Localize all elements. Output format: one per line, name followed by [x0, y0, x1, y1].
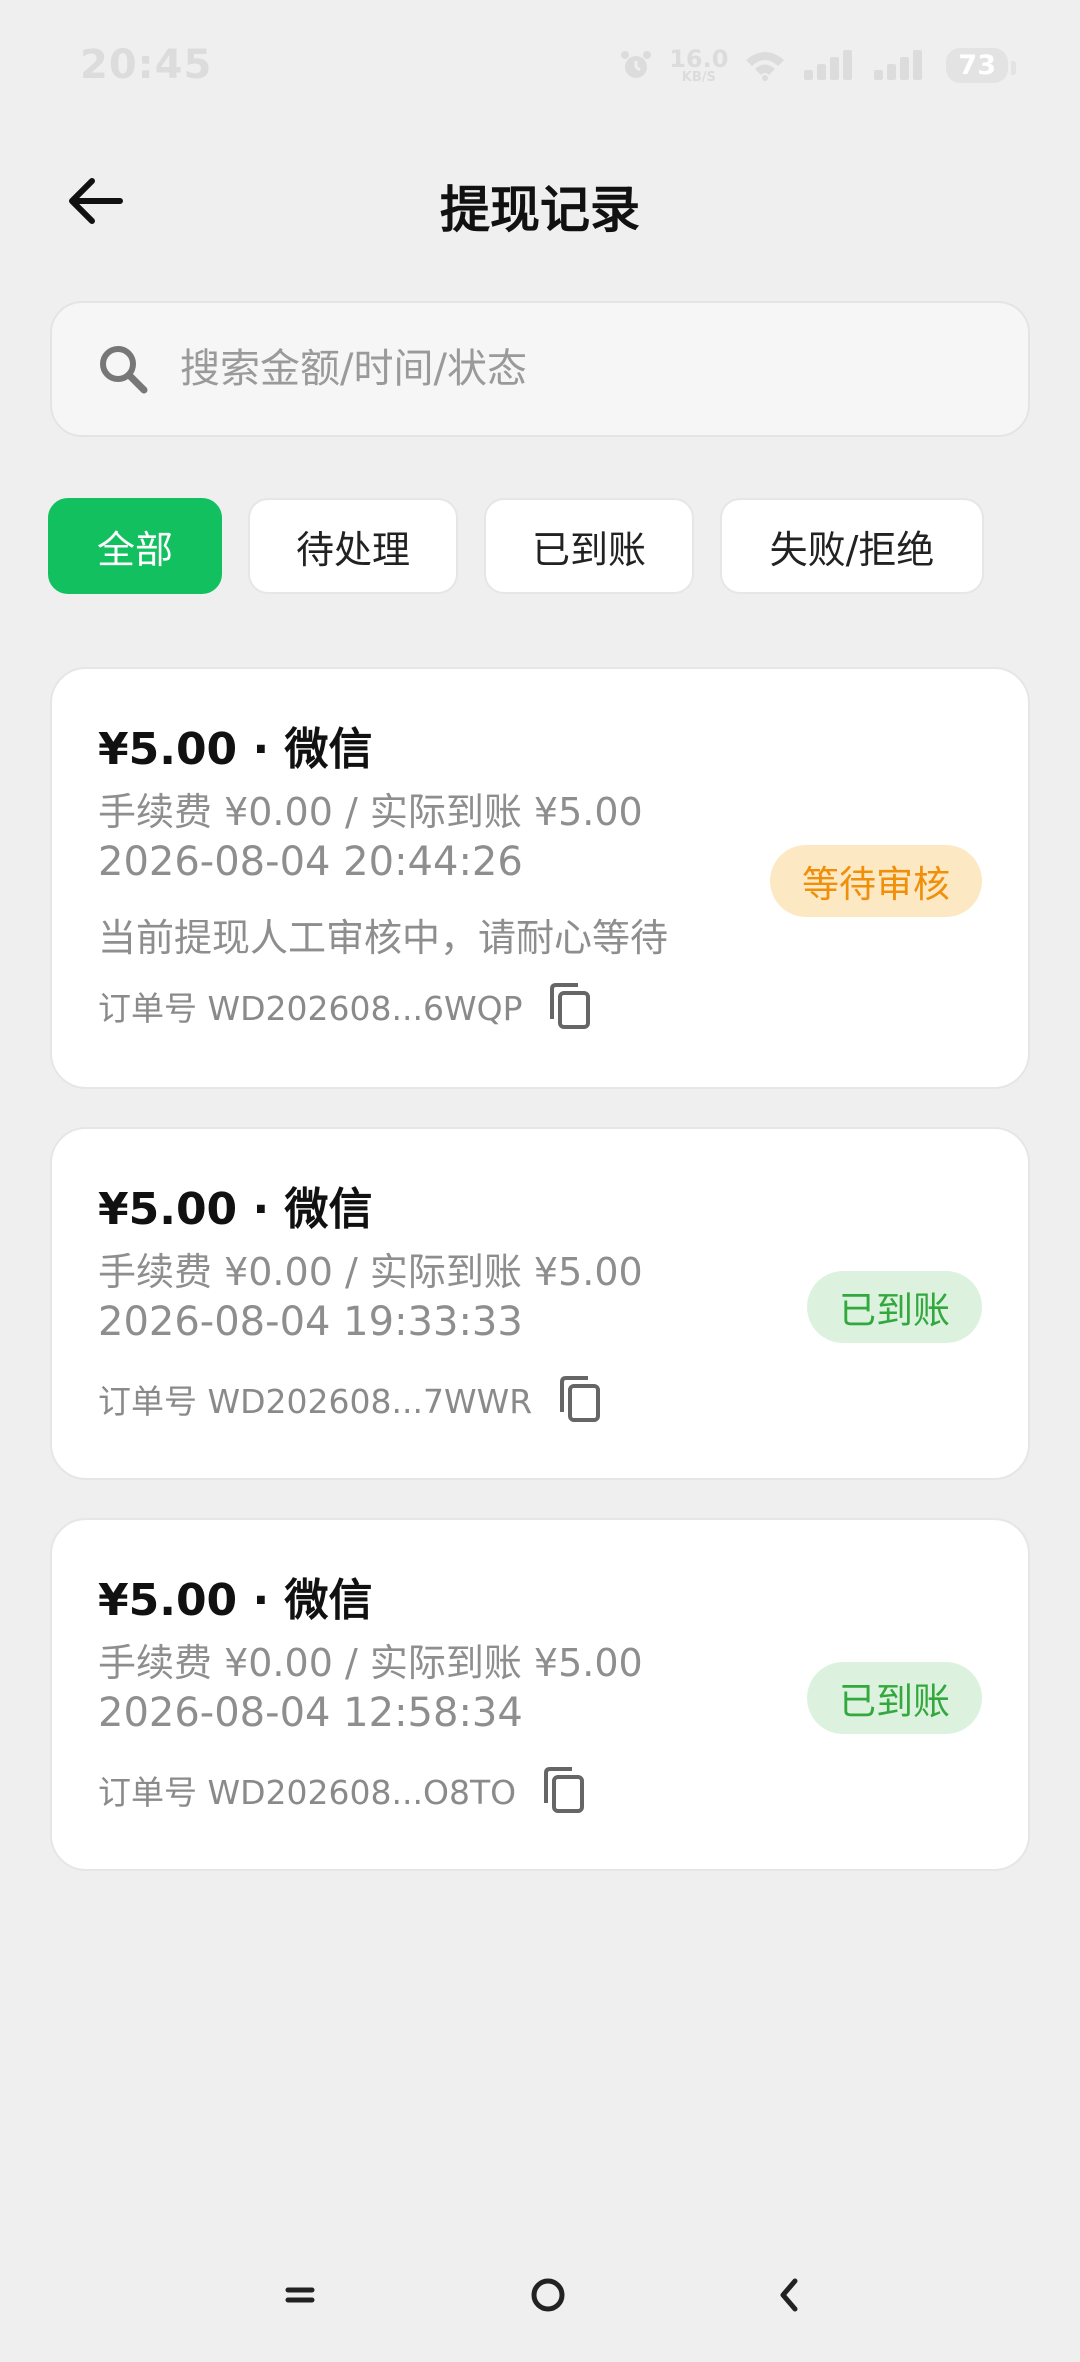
record-fee: 手续费 ¥0.00 / 实际到账 ¥5.00	[98, 790, 643, 834]
page-title: 提现记录	[440, 181, 640, 239]
net-speed-value: 16.0	[669, 44, 729, 73]
withdrawal-record-card[interactable]: ¥5.00 · 微信 手续费 ¥0.00 / 实际到账 ¥5.00 2026-0…	[50, 1518, 1030, 1871]
signal-icon-1	[804, 50, 853, 80]
filter-chip-failed[interactable]: 失败/拒绝	[720, 498, 984, 594]
alarm-icon	[621, 51, 652, 78]
status-bar: 20:45 16.0 KB/S 73	[0, 0, 1080, 130]
status-badge: 等待审核	[770, 845, 982, 917]
menu-icon	[285, 2287, 315, 2303]
net-speed-unit: KB/S	[681, 69, 716, 85]
top-bar: 提现记录	[0, 140, 1080, 260]
record-order: 订单号 WD202608...6WQP	[98, 981, 592, 1031]
record-note: 当前提现人工审核中，请耐心等待	[98, 916, 669, 960]
status-badge: 已到账	[807, 1662, 982, 1734]
withdrawal-record-card[interactable]: ¥5.00 · 微信 手续费 ¥0.00 / 实际到账 ¥5.00 2026-0…	[50, 667, 1030, 1089]
record-amount: ¥5.00 · 微信	[98, 724, 373, 775]
status-badge: 已到账	[807, 1271, 982, 1343]
order-number: 订单号 WD202608...6WQP	[98, 989, 523, 1028]
record-time: 2026-08-04 20:44:26	[98, 839, 523, 885]
wifi-icon	[746, 52, 785, 81]
record-order: 订单号 WD202608...7WWR	[98, 1374, 602, 1424]
withdrawal-record-card[interactable]: ¥5.00 · 微信 手续费 ¥0.00 / 实际到账 ¥5.00 2026-0…	[50, 1127, 1030, 1480]
filter-chip-arrived[interactable]: 已到账	[484, 498, 694, 594]
order-number: 订单号 WD202608...O8TO	[98, 1773, 517, 1812]
copy-icon[interactable]	[556, 1374, 602, 1424]
record-time: 2026-08-04 19:33:33	[98, 1299, 523, 1345]
order-number: 订单号 WD202608...7WWR	[98, 1382, 533, 1421]
net-speed: 16.0 KB/S	[669, 47, 728, 84]
copy-icon[interactable]	[540, 1765, 586, 1815]
signal-icon-2	[874, 50, 923, 80]
home-button[interactable]	[518, 2265, 578, 2325]
system-nav-bar	[0, 2240, 1080, 2350]
status-time: 20:45	[80, 42, 213, 88]
filter-chip-pending[interactable]: 待处理	[248, 498, 458, 594]
search-icon	[100, 346, 148, 394]
filter-chip-all[interactable]: 全部	[48, 498, 222, 594]
record-amount: ¥5.00 · 微信	[98, 1575, 373, 1626]
chevron-left-icon	[780, 2278, 798, 2312]
record-fee: 手续费 ¥0.00 / 实际到账 ¥5.00	[98, 1250, 643, 1294]
record-amount: ¥5.00 · 微信	[98, 1184, 373, 1235]
menu-button[interactable]	[270, 2265, 330, 2325]
record-fee: 手续费 ¥0.00 / 实际到账 ¥5.00	[98, 1641, 643, 1685]
filter-chips: 全部 待处理 已到账 失败/拒绝	[48, 498, 984, 594]
record-order: 订单号 WD202608...O8TO	[98, 1765, 586, 1815]
home-circle-icon	[531, 2278, 565, 2312]
search-box[interactable]	[50, 301, 1030, 437]
record-time: 2026-08-04 12:58:34	[98, 1690, 523, 1736]
status-icons: 16.0 KB/S 73	[619, 47, 1016, 84]
battery-indicator: 73	[946, 47, 1016, 83]
copy-icon[interactable]	[546, 981, 592, 1031]
search-input[interactable]	[180, 329, 1028, 409]
back-nav-button[interactable]	[760, 2265, 820, 2325]
